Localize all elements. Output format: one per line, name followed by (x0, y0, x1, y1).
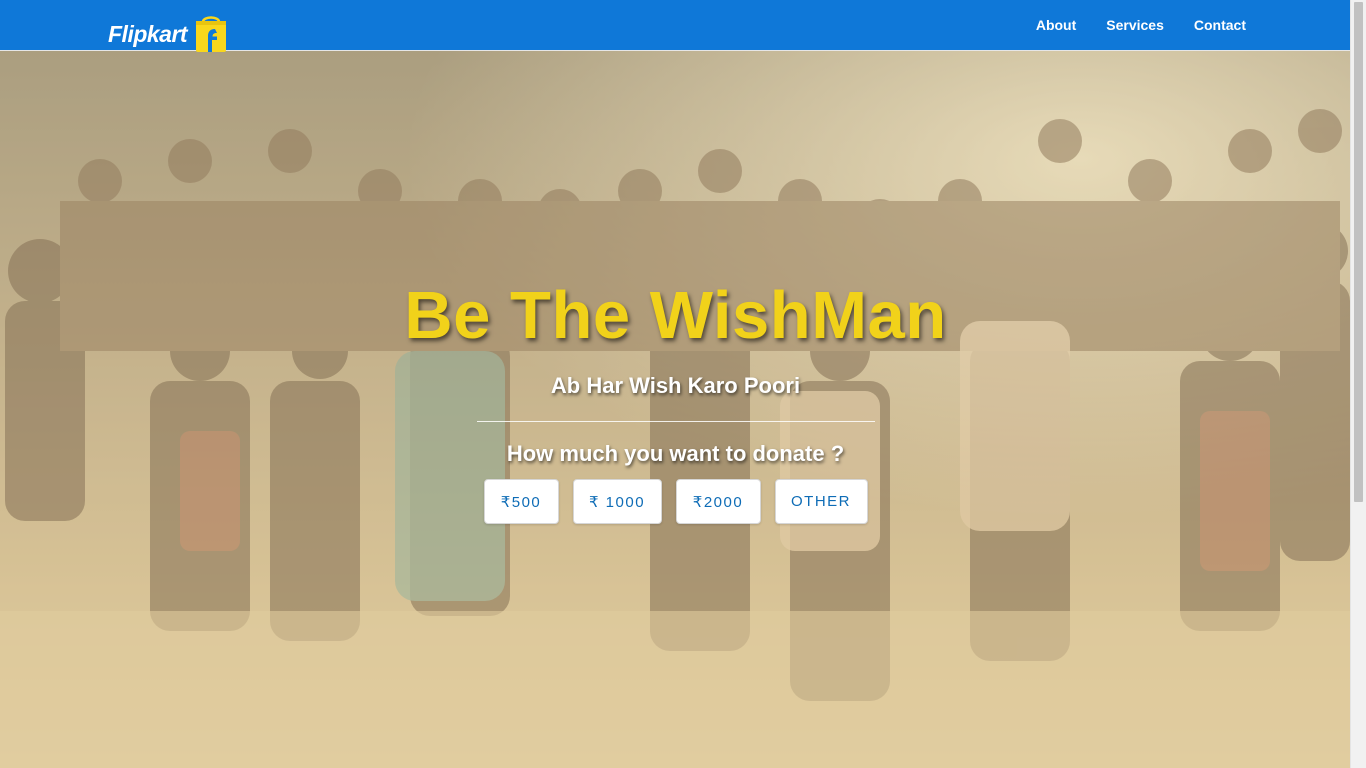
hero-divider (477, 421, 875, 422)
donate-other-button[interactable]: OTHER (774, 479, 868, 524)
donation-amounts: ₹500 ₹ 1000 ₹2000 OTHER (0, 479, 1351, 524)
hero-tagline: Ab Har Wish Karo Poori (550, 373, 801, 398)
brand-name: Flipkart (108, 21, 188, 47)
flipkart-bag-icon (192, 14, 230, 52)
donate-500-button[interactable]: ₹500 (483, 479, 559, 524)
nav-services[interactable]: Services (1106, 17, 1164, 33)
navbar: Flipkart About Services Contact (0, 0, 1351, 52)
donate-question: How much you want to donate ? (506, 441, 845, 466)
brand-logo[interactable]: Flipkart (108, 14, 230, 52)
hero-section: Be The WishMan Ab Har Wish Karo Poori Ho… (0, 51, 1351, 768)
donate-1000-button[interactable]: ₹ 1000 (572, 479, 662, 524)
nav-contact[interactable]: Contact (1194, 17, 1246, 33)
donate-2000-button[interactable]: ₹2000 (675, 479, 761, 524)
hero-content: Be The WishMan Ab Har Wish Karo Poori Ho… (0, 51, 1351, 768)
nav-links: About Services Contact (1036, 0, 1246, 50)
page-scrollbar[interactable] (1350, 0, 1366, 768)
scrollbar-thumb[interactable] (1354, 2, 1363, 502)
nav-about[interactable]: About (1036, 17, 1076, 33)
page: Flipkart About Services Contact Be The W… (0, 0, 1366, 768)
hero-headline: Be The WishMan (404, 278, 947, 353)
